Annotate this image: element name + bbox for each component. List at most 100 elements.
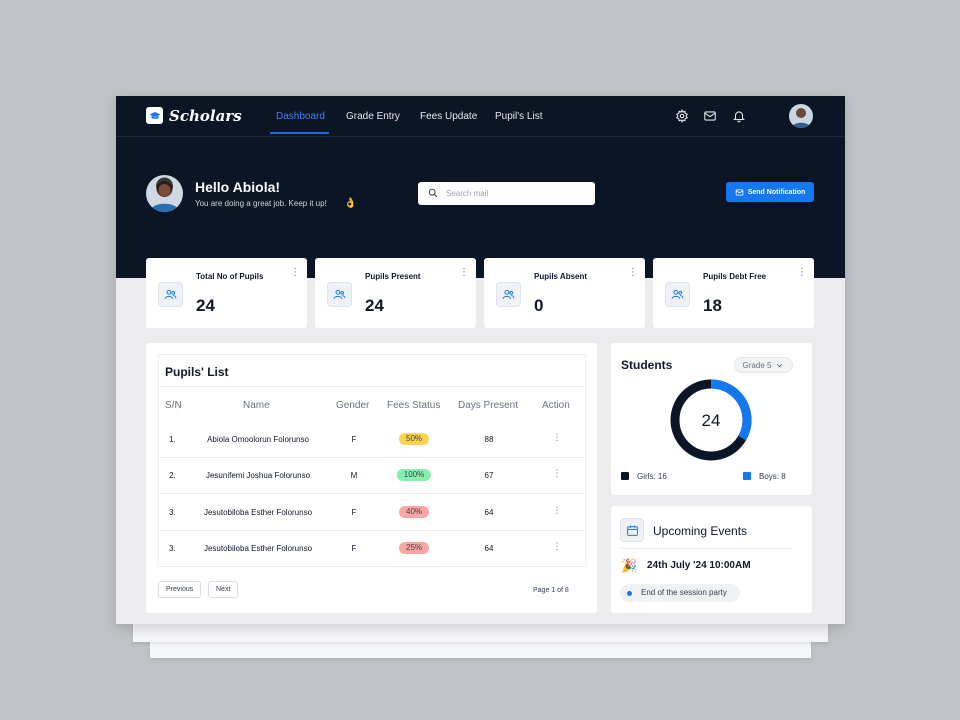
row-action-kebab-icon[interactable]: ⋮ [553,469,562,478]
nav-active-indicator [270,132,329,134]
mail-icon[interactable] [703,109,717,123]
cell-sn: 3. [169,508,176,517]
stacked-card-shadow [133,624,828,642]
graduation-cap-icon[interactable] [146,107,163,124]
mail-icon [735,188,744,196]
students-title: Students [621,358,673,372]
greeting-title: Hello Abiola! [195,179,281,195]
search-input[interactable] [446,182,586,205]
cell-gender: F [351,544,357,553]
legend-boys-label: Boys: 8 [759,472,786,481]
brand-name[interactable]: Scholars [169,107,242,125]
stat-card-pupils-present: Pupils Present 24 ⋮ [315,258,476,328]
calendar-icon [620,518,644,542]
previous-page-button[interactable]: Previous [158,581,202,598]
kebab-menu-icon[interactable]: ⋮ [459,268,469,278]
column-header-action: Action [542,400,570,411]
students-panel: Students Grade 5 24 Girls: 16 Boys: 8 [611,343,812,495]
stat-value: 24 [196,296,215,315]
table-row[interactable]: 3. Jesutobiloba Esther Folorunso F 25% 6… [159,531,585,567]
stat-card-pupils-absent: Pupils Absent 0 ⋮ [484,258,645,328]
divider [159,386,585,387]
row-action-kebab-icon[interactable]: ⋮ [553,433,562,442]
ok-hand-icon: 👌 [344,198,357,209]
nav-fees-update[interactable]: Fees Update [420,111,477,122]
row-action-kebab-icon[interactable]: ⋮ [553,506,562,515]
column-header-name: Name [243,400,270,411]
kebab-menu-icon[interactable]: ⋮ [290,268,300,278]
users-icon [327,282,352,307]
search-icon [428,188,438,198]
stat-label: Total No of Pupils [196,272,264,281]
donut-total: 24 [702,411,721,430]
nav-pupils-list[interactable]: Pupil's List [495,111,543,122]
event-dot-icon [627,591,632,596]
stat-label: Pupils Present [365,272,421,281]
stacked-card-shadow [150,640,811,658]
next-page-button[interactable]: Next [208,581,239,598]
column-header-fees-status: Fees Status [387,400,441,411]
legend-girls-swatch [621,472,629,480]
user-avatar [146,175,183,212]
cell-days-present: 64 [484,508,494,517]
column-header-sn: S/N [165,400,182,411]
kebab-menu-icon[interactable]: ⋮ [797,268,807,278]
nav-dashboard[interactable]: Dashboard [276,111,325,122]
search-box [418,182,595,205]
event-chip[interactable]: End of the session party [620,584,740,602]
fees-status-badge: 50% [398,433,430,445]
users-icon [496,282,521,307]
stat-label: Pupils Debt Free [703,272,767,281]
cell-days-present: 67 [484,471,494,480]
cell-name: Abiola Omoolorun Folorunso [207,435,309,444]
send-notification-button[interactable]: Send Notification [726,182,814,202]
send-notification-label: Send Notification [747,188,806,196]
users-icon [665,282,690,307]
avatar[interactable] [789,104,813,128]
cell-name: Jesutobiloba Esther Folorunso [203,508,313,517]
pupils-table: Pupils' List S/N Name Gender Fees Status… [158,354,586,567]
chevron-down-icon [777,363,783,367]
cell-gender: F [351,508,357,517]
column-header-days-present: Days Present [458,400,519,411]
cell-sn: 2. [169,471,176,480]
pupils-list-title: Pupils' List [165,365,229,379]
upcoming-events-panel: Upcoming Events 🎉 24th July '24 10:00AM … [611,506,812,613]
column-header-gender: Gender [336,400,370,411]
greeting-subtitle: You are doing a great job. Keep it up! [195,199,327,208]
fees-status-badge: 40% [398,506,430,518]
legend-boys-swatch [743,472,751,480]
table-row[interactable]: 3. Jesutobiloba Esther Folorunso F 40% 6… [159,495,585,531]
divider [620,548,792,549]
party-popper-icon: 🎉 [621,558,638,573]
fees-status-badge: 25% [398,542,430,554]
grade-select[interactable]: Grade 5 [734,357,793,373]
page-info: Page 1 of 8 [533,587,569,594]
top-nav: Scholars Dashboard Grade Entry Fees Upda… [116,96,845,137]
cell-days-present: 64 [484,544,494,553]
cell-name: Jesunifemi Joshua Folorunso [205,471,311,480]
cell-sn: 1. [169,435,176,444]
cell-gender: F [351,435,357,444]
stat-card-debt-free: Pupils Debt Free 18 ⋮ [653,258,814,328]
event-description: End of the session party [641,588,727,597]
kebab-menu-icon[interactable]: ⋮ [628,268,638,278]
stat-card-total-pupils: Total No of Pupils 24 ⋮ [146,258,307,328]
nav-grade-entry[interactable]: Grade Entry [346,111,400,122]
event-date: 24th July '24 10:00AM [647,560,751,571]
table-row[interactable]: 1. Abiola Omoolorun Folorunso F 50% 88 ⋮ [159,422,585,458]
cell-name: Jesutobiloba Esther Folorunso [203,544,313,553]
cell-days-present: 88 [484,435,494,444]
pupils-list-panel: Pupils' List S/N Name Gender Fees Status… [146,343,597,613]
stat-value: 24 [365,296,384,315]
dashboard-window: Scholars Dashboard Grade Entry Fees Upda… [116,96,845,624]
fees-status-badge: 100% [396,469,432,481]
gear-icon[interactable] [675,109,689,123]
events-title: Upcoming Events [653,524,748,538]
stat-value: 18 [703,296,722,315]
stat-value: 0 [534,296,544,315]
bell-icon[interactable] [732,109,746,123]
row-action-kebab-icon[interactable]: ⋮ [553,542,562,551]
legend-girls-label: Girls: 16 [637,472,667,481]
table-row[interactable]: 2. Jesunifemi Joshua Folorunso M 100% 67… [159,458,585,494]
